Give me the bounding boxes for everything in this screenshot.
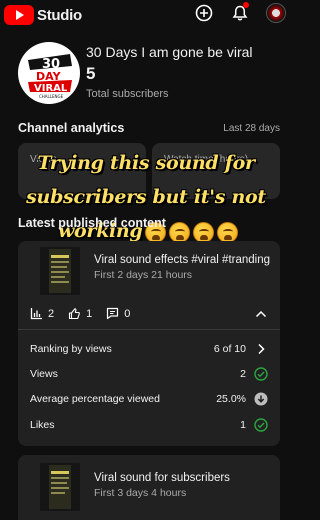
logo-text-bottom: VIRAL bbox=[34, 83, 68, 94]
chevron-up-icon[interactable] bbox=[254, 307, 268, 321]
weary-face-icon bbox=[169, 221, 191, 243]
notification-badge bbox=[243, 2, 249, 8]
notifications-button[interactable] bbox=[230, 2, 250, 23]
avg-percentage-label: Average percentage viewed bbox=[30, 393, 160, 405]
avg-percentage-row: Average percentage viewed 25.0% bbox=[30, 391, 268, 409]
channel-header: 30 DAY VIRAL CHALLENGE 30 Days I am gone… bbox=[18, 42, 278, 104]
second-video-card[interactable]: Viral sound for subscribers First 3 days… bbox=[18, 455, 280, 520]
likes-stat-value: 1 bbox=[86, 307, 93, 320]
video-thumbnail[interactable] bbox=[40, 463, 80, 511]
check-circle-icon bbox=[254, 367, 268, 381]
plus-circle-icon bbox=[195, 4, 213, 22]
caption-line-2: subscribers but it's not bbox=[26, 186, 266, 208]
likes-label: Likes bbox=[30, 419, 55, 431]
video-title[interactable]: Viral sound effects #viral #tranding bbox=[94, 254, 270, 266]
create-button[interactable] bbox=[194, 3, 214, 23]
thumbs-up-icon bbox=[69, 308, 81, 320]
latest-content-title: Latest published content bbox=[18, 216, 166, 230]
account-avatar[interactable] bbox=[266, 3, 286, 23]
app-title: Studio bbox=[37, 6, 82, 24]
weary-face-icon bbox=[217, 221, 239, 243]
avg-percentage-value: 25.0% bbox=[216, 393, 246, 405]
analytics-section-title: Channel analytics bbox=[18, 121, 125, 135]
views-label: Views bbox=[30, 368, 58, 380]
channel-logo[interactable]: 30 DAY VIRAL CHALLENGE bbox=[18, 42, 80, 104]
comments-stat[interactable]: 0 bbox=[106, 307, 130, 320]
ranking-label: Ranking by views bbox=[30, 343, 112, 355]
thumbnail-image bbox=[40, 247, 80, 295]
latest-video-card[interactable]: Viral sound effects #viral #tranding Fir… bbox=[18, 241, 280, 446]
caption-line-1: Trying this sound for bbox=[37, 152, 255, 174]
studio-logo[interactable]: Studio bbox=[4, 5, 82, 25]
video-date: First 3 days 4 hours bbox=[94, 487, 187, 499]
views-value: 2 bbox=[240, 368, 246, 380]
weary-face-icon bbox=[193, 221, 215, 243]
comment-icon bbox=[107, 307, 119, 320]
ranking-row[interactable]: Ranking by views 6 of 10 bbox=[30, 341, 268, 359]
bar-chart-icon bbox=[30, 308, 42, 320]
channel-logo-image: 30 DAY VIRAL CHALLENGE bbox=[19, 43, 79, 103]
card-divider bbox=[18, 329, 280, 330]
video-stats-row: 2 1 0 bbox=[30, 307, 130, 320]
channel-name: 30 Days I am gone be viral bbox=[86, 44, 253, 60]
likes-value: 1 bbox=[240, 419, 246, 431]
views-row: Views 2 bbox=[30, 366, 268, 384]
video-thumbnail[interactable] bbox=[40, 247, 80, 295]
subscriber-count: 5 bbox=[86, 64, 96, 83]
likes-row: Likes 1 bbox=[30, 417, 268, 435]
analytics-stat[interactable]: 2 bbox=[30, 307, 54, 320]
logo-text-tag: CHALLENGE bbox=[39, 94, 64, 99]
likes-stat[interactable]: 1 bbox=[68, 307, 92, 320]
thumbnail-image bbox=[40, 463, 80, 511]
ranking-value: 6 of 10 bbox=[213, 343, 246, 355]
down-arrow-circle-icon bbox=[254, 392, 268, 406]
analytics-date-range: Last 28 days bbox=[223, 123, 280, 134]
subscriber-label: Total subscribers bbox=[86, 88, 169, 100]
comments-stat-value: 0 bbox=[124, 307, 131, 320]
youtube-play-icon bbox=[4, 5, 34, 25]
video-date: First 2 days 21 hours bbox=[94, 269, 193, 281]
check-circle-icon bbox=[254, 418, 268, 432]
overlay-caption: Trying this sound for subscribers but it… bbox=[0, 146, 292, 248]
top-app-bar: Studio bbox=[0, 0, 292, 28]
chevron-right-icon bbox=[258, 343, 265, 355]
video-title[interactable]: Viral sound for subscribers bbox=[94, 472, 230, 484]
analytics-stat-value: 2 bbox=[48, 307, 55, 320]
